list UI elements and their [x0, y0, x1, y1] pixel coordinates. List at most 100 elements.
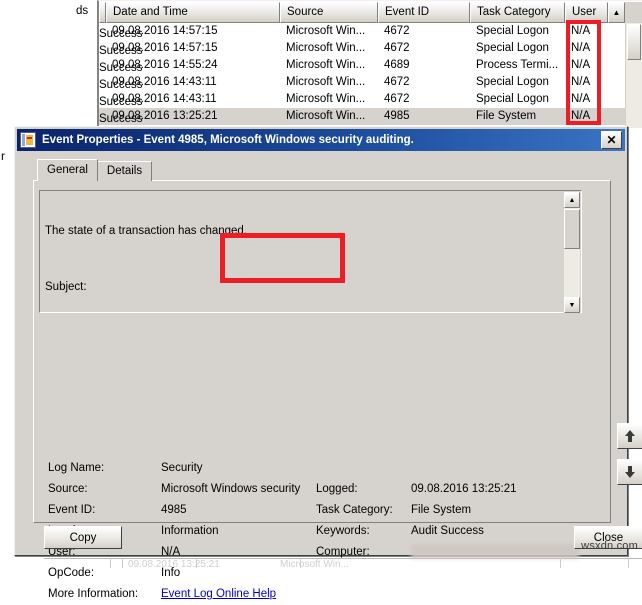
- arrow-up-icon: [624, 430, 636, 443]
- label-keywords: Keywords:: [316, 521, 411, 542]
- scrollbar-thumb[interactable]: [564, 209, 580, 249]
- cell-source: Microsoft Win...: [280, 57, 378, 74]
- value-blank: [411, 458, 601, 479]
- column-header-keywords-partial: ds: [76, 5, 88, 17]
- cell-keywords-partial: Success: [99, 26, 142, 43]
- value-keywords: Audit Success: [411, 521, 601, 542]
- cell-task-category: Process Termi...: [470, 57, 565, 74]
- dialog-tabs: General Details: [37, 159, 152, 181]
- tab-details[interactable]: Details: [97, 161, 152, 181]
- dialog-title: Event Properties - Event 4985, Microsoft…: [42, 134, 601, 146]
- value-user: N/A: [161, 542, 316, 563]
- column-header-event-id[interactable]: Event ID: [378, 2, 470, 23]
- detail-row: User: N/A Computer:: [48, 542, 608, 563]
- cell-task-category: Special Logon: [470, 74, 565, 91]
- description-line: The state of a transaction has changed.: [45, 224, 561, 238]
- column-header-date-and-time[interactable]: Date and Time: [106, 2, 280, 23]
- cell-user: N/A: [565, 40, 625, 57]
- description-scrollbar[interactable]: ▲ ▼: [564, 192, 580, 313]
- cell-event-id: 4672: [378, 23, 470, 40]
- cell-user: N/A: [565, 57, 625, 74]
- list-scroll-up-button[interactable]: ▲: [608, 2, 625, 23]
- detail-row: OpCode: Info: [48, 563, 608, 584]
- background-col-divider: [628, 558, 629, 568]
- caret-up-icon: ▲: [613, 9, 621, 17]
- table-row-selected[interactable]: 09.08.2016 13:25:21 Microsoft Win... 498…: [99, 108, 642, 125]
- cell-source: Microsoft Win...: [280, 91, 378, 108]
- cell-source: Microsoft Win...: [280, 23, 378, 40]
- cell-event-id: 4672: [378, 74, 470, 91]
- label-logged: Logged:: [316, 479, 411, 500]
- event-list-vertical-scrollbar[interactable]: [625, 23, 642, 128]
- column-header-keywords[interactable]: [99, 2, 106, 23]
- detail-row: Event ID: 4985 Task Category: File Syste…: [48, 500, 608, 521]
- dialog-titlebar[interactable]: Event Properties - Event 4985, Microsoft…: [17, 129, 625, 151]
- value-logged: 09.08.2016 13:25:21: [411, 479, 601, 500]
- watermark: wsxdn.com: [581, 540, 638, 552]
- scrollbar-thumb[interactable]: [627, 24, 641, 60]
- value-task-category: File System: [411, 500, 601, 521]
- next-event-button[interactable]: [617, 459, 642, 485]
- column-header-task-category[interactable]: Task Category: [470, 2, 565, 23]
- scroll-down-button[interactable]: ▼: [564, 297, 580, 313]
- value-opcode: Info: [161, 563, 316, 584]
- value-event-id: 4985: [161, 500, 316, 521]
- redaction-block: [411, 544, 579, 558]
- close-icon[interactable]: ✕: [601, 131, 622, 149]
- cell-source: Microsoft Win...: [280, 74, 378, 91]
- background-stray-text: r: [1, 149, 5, 163]
- detail-row: Level: Information Keywords: Audit Succe…: [48, 521, 608, 542]
- event-viewer-background: Date and Time Source Event ID Task Categ…: [0, 0, 642, 130]
- cell-keywords-partial: Success: [99, 94, 142, 111]
- value-blank: [411, 563, 601, 584]
- caret-down-icon: ▼: [569, 302, 576, 309]
- tab-general[interactable]: General: [37, 159, 98, 181]
- cell-event-id: 4689: [378, 57, 470, 74]
- label-blank: [316, 458, 411, 479]
- cell-event-id: 4672: [378, 40, 470, 57]
- label-more-information: More Information:: [48, 584, 161, 605]
- caret-up-icon: ▲: [569, 197, 576, 204]
- scroll-up-button[interactable]: ▲: [564, 192, 580, 208]
- cell-user: N/A: [565, 23, 625, 40]
- table-row[interactable]: 09.08.2016 14:57:15 Microsoft Win... 467…: [99, 23, 642, 40]
- event-list-header: Date and Time Source Event ID Task Categ…: [99, 2, 642, 23]
- cell-user: N/A: [565, 74, 625, 91]
- cell-user: N/A: [565, 108, 625, 125]
- cell-task-category: Special Logon: [470, 91, 565, 108]
- column-header-source[interactable]: Source: [280, 2, 378, 23]
- event-description-text: The state of a transaction has changed. …: [40, 191, 565, 312]
- copy-button[interactable]: Copy: [44, 526, 122, 549]
- detail-row: Source: Microsoft Windows security Logge…: [48, 479, 608, 500]
- cell-event-id: 4985: [378, 108, 470, 125]
- event-log-online-help-link[interactable]: Event Log Online Help: [161, 588, 276, 600]
- arrow-down-icon: [624, 466, 636, 479]
- table-row[interactable]: 09.08.2016 14:55:24 Microsoft Win... 468…: [99, 57, 642, 74]
- cell-event-id: 4672: [378, 91, 470, 108]
- column-header-user[interactable]: User: [565, 2, 608, 23]
- cell-task-category: Special Logon: [470, 23, 565, 40]
- table-row[interactable]: 09.08.2016 14:57:15 Microsoft Win... 467…: [99, 40, 642, 57]
- value-source: Microsoft Windows security: [161, 479, 316, 500]
- detail-row-more-information: More Information: Event Log Online Help: [48, 584, 608, 605]
- cell-keywords-partial: Success: [99, 60, 142, 77]
- table-row[interactable]: 09.08.2016 14:43:11 Microsoft Win... 467…: [99, 74, 642, 91]
- table-row[interactable]: 09.08.2016 14:43:11 Microsoft Win... 467…: [99, 91, 642, 108]
- event-description-pane: The state of a transaction has changed. …: [39, 190, 582, 313]
- label-event-id: Event ID:: [48, 500, 161, 521]
- cell-keywords-partial: Success: [99, 77, 142, 94]
- cell-user: N/A: [565, 91, 625, 108]
- cell-keywords-partial: Success: [99, 111, 142, 128]
- detail-row: Log Name: Security: [48, 458, 608, 479]
- event-properties-icon: [20, 132, 36, 148]
- description-subject-label: Subject:: [45, 280, 561, 294]
- event-properties-dialog: Event Properties - Event 4985, Microsoft…: [14, 126, 628, 556]
- cell-task-category: Special Logon: [470, 40, 565, 57]
- previous-event-button[interactable]: [617, 423, 642, 449]
- value-more-information: Event Log Online Help: [161, 584, 316, 605]
- cell-task-category: File System: [470, 108, 565, 125]
- cell-source: Microsoft Win...: [280, 108, 378, 125]
- value-computer: [411, 542, 601, 563]
- label-task-category: Task Category:: [316, 500, 411, 521]
- value-level: Information: [161, 521, 316, 542]
